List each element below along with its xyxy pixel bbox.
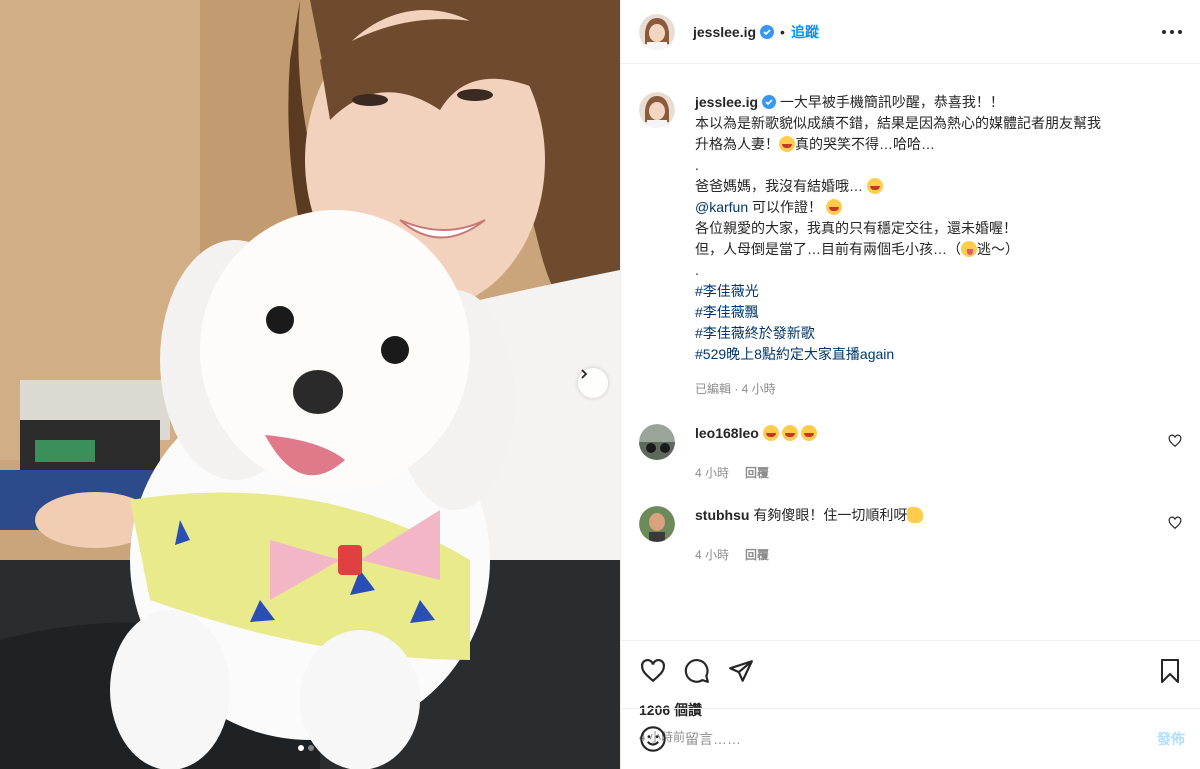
clapping-hands-icon <box>907 507 924 523</box>
post-photo[interactable] <box>0 0 620 769</box>
commenter-avatar[interactable] <box>639 424 675 460</box>
laughing-emoji-icon <box>762 425 779 441</box>
comment-body: stubhsu 有夠傻眼！住一切順利呀 4 小時 回覆 <box>695 506 1135 564</box>
comment-item: leo168leo 4 小時 回覆 <box>639 424 1184 482</box>
post-comment-button[interactable]: 發佈 <box>1157 729 1185 749</box>
comment-input[interactable] <box>685 731 1157 747</box>
caption-text: 逃～） <box>977 241 1019 257</box>
comment-meta: 4 小時 回覆 <box>695 464 1135 482</box>
action-bar <box>621 640 1200 700</box>
comment-bubble-icon[interactable] <box>683 657 711 685</box>
laughing-emoji-icon <box>800 425 817 441</box>
comment-username[interactable]: leo168leo <box>695 425 759 441</box>
author-avatar[interactable] <box>639 13 675 50</box>
share-paper-plane-icon[interactable] <box>727 657 755 685</box>
caption-line: 但，人母倒是當了…目前有兩個毛小孩…（ 逃～） <box>695 239 1101 260</box>
comment-meta: 4 小時 回覆 <box>695 546 1135 564</box>
hashtag-link[interactable]: #李佳薇終於發新歌 <box>695 323 1101 344</box>
hashtag-link[interactable]: #李佳薇飄 <box>695 302 1101 323</box>
caption-text: 可以作證！ <box>748 199 823 215</box>
comment-item: stubhsu 有夠傻眼！住一切順利呀 4 小時 回覆 <box>639 506 1184 564</box>
post-header: jesslee.ig • 追蹤 <box>621 0 1200 64</box>
avatar-image <box>639 424 675 460</box>
hashtag-link[interactable]: #李佳薇光 <box>695 281 1101 302</box>
caption-text: 真的哭笑不得…哈哈… <box>795 136 935 152</box>
mention-link[interactable]: @karfun <box>695 199 748 215</box>
carousel-dots <box>298 745 314 751</box>
laughing-emoji-icon <box>779 136 795 152</box>
commenter-avatar[interactable] <box>639 506 675 542</box>
caption-text: . <box>695 262 699 278</box>
caption-line: jesslee.ig 一大早被手機簡訊吵醒，恭喜我！！ <box>695 92 1101 113</box>
comment-body: leo168leo 4 小時 回覆 <box>695 424 1135 482</box>
caption-line: @karfun 可以作證！ <box>695 197 1101 218</box>
comment-composer: 發佈 <box>621 708 1200 769</box>
caption-meta: 已編輯 · 4 小時 <box>695 382 776 396</box>
heart-icon[interactable] <box>1168 516 1184 532</box>
heart-icon[interactable] <box>1168 434 1184 450</box>
comment-username[interactable]: stubhsu <box>695 507 749 523</box>
hashtag-link[interactable]: #529晚上8點約定大家直播again <box>695 344 1101 365</box>
comments-area: jesslee.ig 一大早被手機簡訊吵醒，恭喜我！！ 本以為是新歌貌似成績不錯… <box>621 64 1200 640</box>
header-separator: • <box>780 23 785 40</box>
avatar-image <box>639 13 675 50</box>
caption-username[interactable]: jesslee.ig <box>695 94 758 110</box>
photo-illustration <box>0 0 620 769</box>
laughing-emoji-icon <box>781 425 798 441</box>
caption-line: 升格為人妻！ 真的哭笑不得…哈哈… <box>695 134 1101 155</box>
post-dialog: jesslee.ig • 追蹤 jesslee.ig 一大早被手機簡訊吵醒，恭喜… <box>0 0 1200 769</box>
caption-text: . <box>695 157 699 173</box>
caption-body: jesslee.ig 一大早被手機簡訊吵醒，恭喜我！！ 本以為是新歌貌似成績不錯… <box>695 92 1101 400</box>
caption-text: 各位親愛的大家，我真的只有穩定交往，還未婚喔！ <box>695 220 1017 236</box>
comment-text: 有夠傻眼！住一切順利呀 <box>753 507 908 523</box>
winking-tongue-emoji-icon <box>961 241 977 257</box>
follow-button[interactable]: 追蹤 <box>791 22 819 42</box>
avatar-image <box>639 92 675 128</box>
laughing-emoji-icon <box>866 178 883 194</box>
more-options-icon[interactable] <box>1160 20 1184 44</box>
caption-text: 本以為是新歌貌似成績不錯，結果是因為熱心的媒體記者朋友幫我 <box>695 115 1101 131</box>
verified-badge-icon <box>762 95 777 109</box>
caption-line: 爸爸媽媽，我沒有結婚哦… <box>695 176 1101 197</box>
caption-text: 一大早被手機簡訊吵醒，恭喜我！！ <box>779 94 1004 110</box>
caption-text: 爸爸媽媽，我沒有結婚哦… <box>695 178 863 194</box>
chevron-right-icon <box>581 369 588 379</box>
caption: jesslee.ig 一大早被手機簡訊吵醒，恭喜我！！ 本以為是新歌貌似成績不錯… <box>639 92 1184 400</box>
comment-time: 4 小時 <box>695 548 730 562</box>
reply-button[interactable]: 回覆 <box>745 548 769 562</box>
laughing-emoji-icon <box>825 199 842 215</box>
caption-text: 升格為人妻！ <box>695 136 779 152</box>
post-side-panel: jesslee.ig • 追蹤 jesslee.ig 一大早被手機簡訊吵醒，恭喜… <box>620 0 1200 769</box>
avatar-image <box>639 506 675 542</box>
emoji-smiley-icon[interactable] <box>639 725 667 753</box>
comment-time: 4 小時 <box>695 466 730 480</box>
caption-text: 但，人母倒是當了…目前有兩個毛小孩…（ <box>695 241 961 257</box>
like-heart-icon[interactable] <box>639 657 667 685</box>
carousel-dot <box>308 745 314 751</box>
bookmark-icon[interactable] <box>1156 657 1184 685</box>
next-photo-button[interactable] <box>578 368 608 398</box>
author-username[interactable]: jesslee.ig <box>693 24 756 40</box>
carousel-dot-active <box>298 745 304 751</box>
caption-avatar[interactable] <box>639 92 675 128</box>
verified-badge-icon <box>760 24 775 39</box>
reply-button[interactable]: 回覆 <box>745 466 769 480</box>
